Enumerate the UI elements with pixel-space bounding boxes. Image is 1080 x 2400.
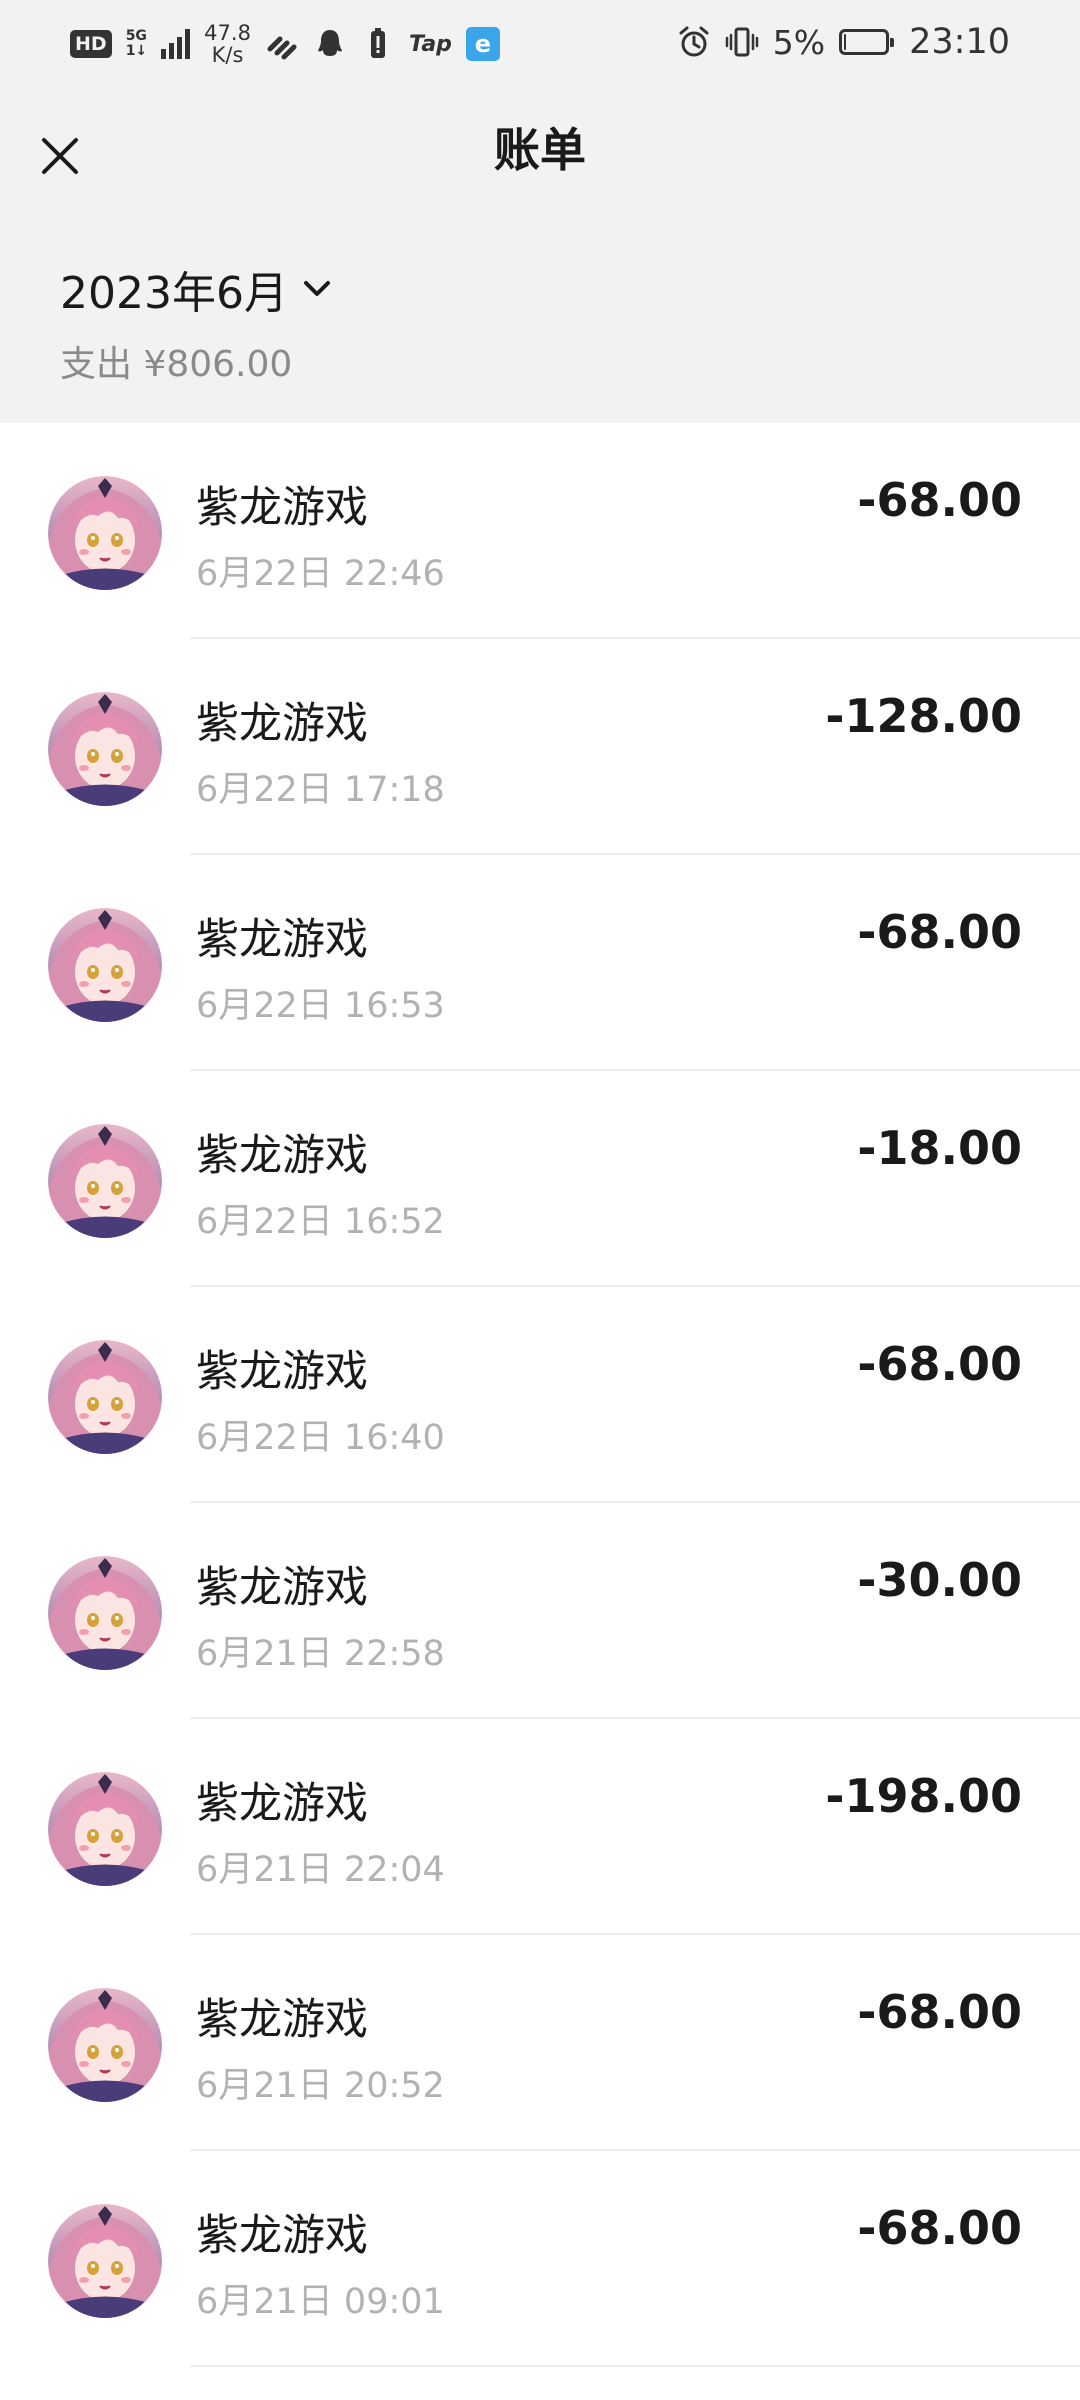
merchant-avatar [48, 476, 162, 590]
tap-icon: Tap [408, 31, 452, 57]
status-bar-left: HD 5G 1↓ 47.8 K/s Tap e [70, 22, 500, 66]
battery-icon [839, 29, 895, 55]
status-bar: HD 5G 1↓ 47.8 K/s Tap e 5% 23:10 [0, 0, 1080, 100]
transaction-amount: -18.00 [857, 1121, 1022, 1175]
network-sub: 1↓ [125, 43, 148, 59]
transaction-row[interactable]: 紫龙游戏 6月21日 22:58 -30.00 [0, 1503, 1080, 1719]
clock: 23:10 [909, 22, 1010, 62]
merchant-avatar [48, 1340, 162, 1454]
transaction-amount: -68.00 [857, 905, 1022, 959]
merchant-name: 紫龙游戏 [196, 1347, 368, 1397]
status-bar-right: 5% 23:10 [677, 22, 1010, 62]
merchant-name: 紫龙游戏 [196, 2211, 368, 2261]
title-bar: 账单 [0, 100, 1080, 215]
transaction-amount: -30.00 [857, 1553, 1022, 1607]
merchant-avatar [48, 1988, 162, 2102]
month-summary: 2023年6月 支出 ¥806.00 [0, 215, 1080, 423]
transaction-time: 6月21日 22:58 [196, 1634, 445, 1674]
network-speed-unit: K/s [211, 43, 244, 67]
link-icon [267, 36, 297, 60]
merchant-name: 紫龙游戏 [196, 1779, 368, 1829]
transaction-amount: -68.00 [857, 2201, 1022, 2255]
transaction-row[interactable]: 紫龙游戏 6月22日 16:53 -68.00 [0, 855, 1080, 1071]
transaction-time: 6月21日 22:04 [196, 1850, 445, 1890]
transaction-amount: -68.00 [857, 473, 1022, 527]
network-speed-value: 47.8 [204, 21, 251, 45]
merchant-avatar [48, 2204, 162, 2318]
merchant-avatar [48, 1124, 162, 1238]
hd-badge: HD [70, 30, 112, 58]
battery-percent: 5% [772, 22, 826, 62]
merchant-name: 紫龙游戏 [196, 1995, 368, 2045]
month-selector[interactable]: 2023年6月 [60, 257, 332, 321]
transaction-time: 6月22日 22:46 [196, 554, 445, 594]
transaction-row[interactable]: 紫龙游戏 6月22日 17:18 -128.00 [0, 639, 1080, 855]
e-app-icon: e [465, 27, 500, 61]
transaction-time: 6月22日 17:18 [196, 770, 445, 810]
battery-alert-icon [370, 28, 385, 58]
transaction-amount: -198.00 [825, 1769, 1022, 1823]
network-speed: 47.8 K/s [204, 22, 251, 66]
merchant-avatar [48, 1772, 162, 1886]
transaction-time: 6月21日 09:01 [196, 2282, 445, 2322]
vibrate-icon [725, 27, 759, 57]
transaction-time: 6月22日 16:53 [196, 986, 445, 1026]
transaction-amount: -128.00 [825, 689, 1022, 743]
chevron-down-icon [303, 281, 330, 296]
alarm-icon [679, 26, 709, 57]
transaction-row[interactable]: 紫龙游戏 6月22日 16:40 -68.00 [0, 1287, 1080, 1503]
merchant-name: 紫龙游戏 [196, 483, 368, 533]
transaction-time: 6月22日 16:40 [196, 1418, 445, 1458]
merchant-name: 紫龙游戏 [196, 699, 368, 749]
transaction-row[interactable]: 紫龙游戏 6月22日 22:46 -68.00 [0, 423, 1080, 639]
network-type: 5G [125, 28, 147, 44]
transaction-row[interactable]: 紫龙游戏 6月21日 20:52 -68.00 [0, 1935, 1080, 2151]
merchant-name: 紫龙游戏 [196, 1563, 368, 1613]
qq-icon [317, 30, 342, 56]
transaction-row[interactable]: 紫龙游戏 6月21日 09:01 -68.00 [0, 2151, 1080, 2367]
expense-total: 支出 ¥806.00 [60, 344, 293, 385]
merchant-name: 紫龙游戏 [196, 1131, 368, 1181]
transaction-amount: -68.00 [857, 1337, 1022, 1391]
merchant-avatar [48, 692, 162, 806]
signal-icon [161, 29, 191, 59]
merchant-name: 紫龙游戏 [196, 915, 368, 965]
month-label: 2023年6月 [60, 268, 288, 319]
merchant-avatar [48, 1556, 162, 1670]
transaction-list: 紫龙游戏 6月22日 22:46 -68.00 紫龙游戏 6月22日 17:18… [0, 423, 1080, 2367]
transaction-amount: -68.00 [857, 1985, 1022, 2039]
battery-level [844, 34, 847, 50]
page-title: 账单 [494, 123, 586, 177]
transaction-row[interactable]: 紫龙游戏 6月22日 16:52 -18.00 [0, 1071, 1080, 1287]
transaction-row[interactable]: 紫龙游戏 6月21日 22:04 -198.00 [0, 1719, 1080, 1935]
transaction-time: 6月21日 20:52 [196, 2066, 445, 2106]
merchant-avatar [48, 908, 162, 1022]
transaction-time: 6月22日 16:52 [196, 1202, 445, 1242]
5g-icon: 5G 1↓ [126, 29, 147, 59]
